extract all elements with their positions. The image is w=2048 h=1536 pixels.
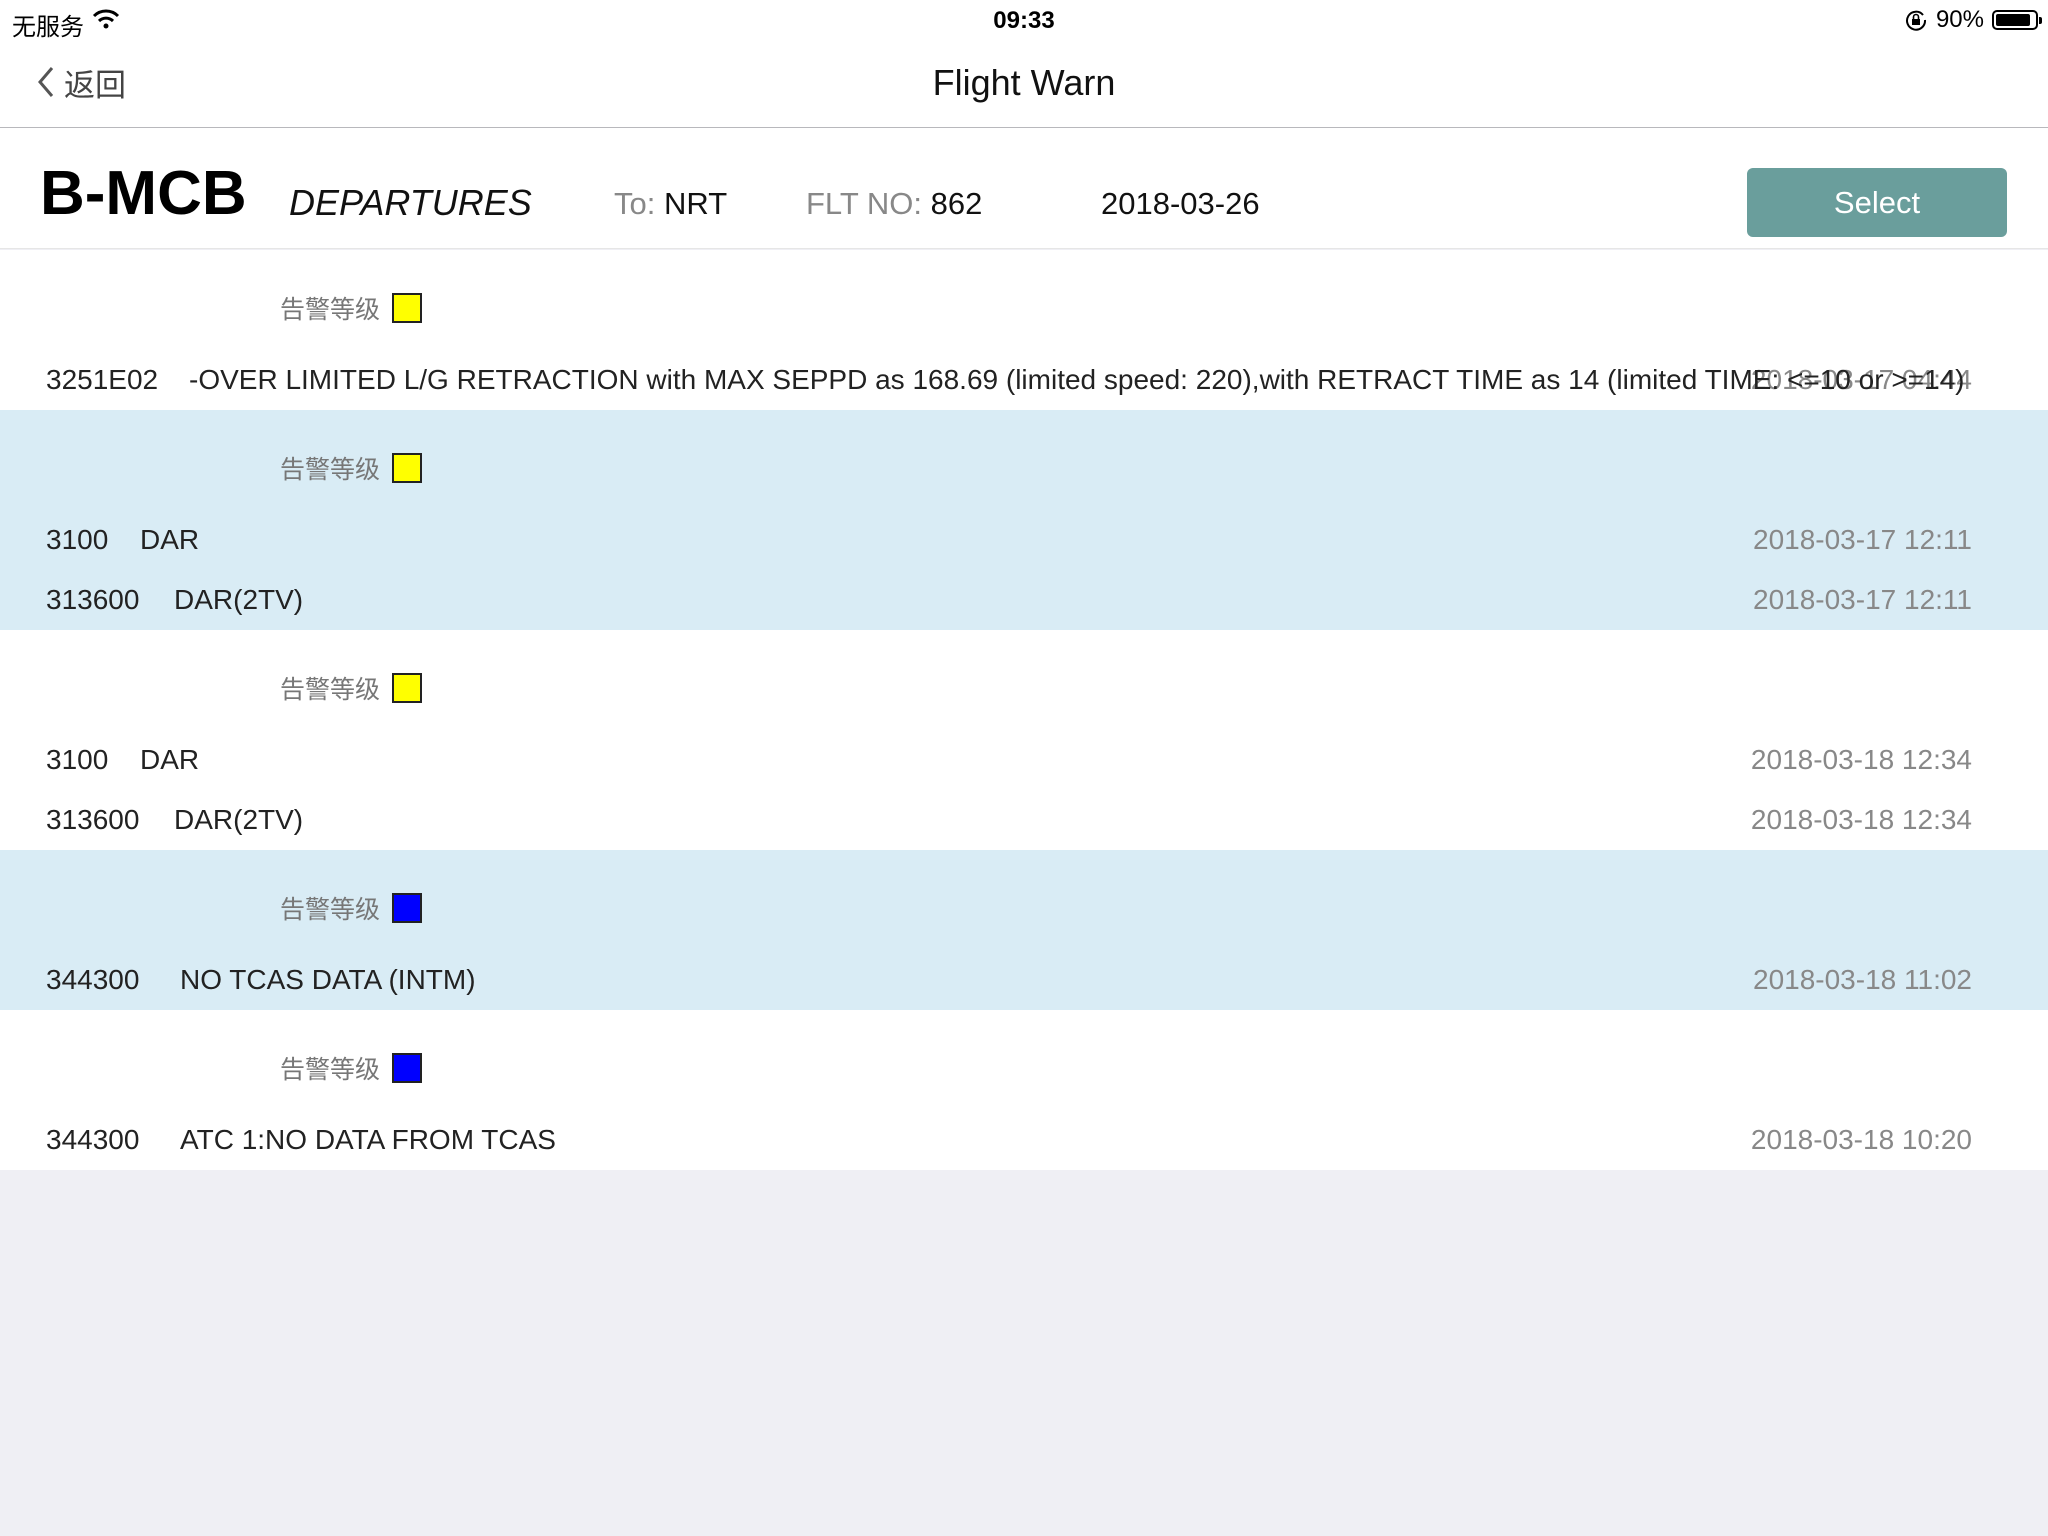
flight-number: FLT NO: 862 [806, 186, 982, 222]
direction-label: DEPARTURES [289, 182, 532, 223]
orientation-lock-icon [1905, 10, 1926, 31]
warning-code: 3100 [46, 744, 109, 775]
status-bar: 无服务 09:33 90% [0, 0, 2048, 41]
warning-row[interactable]: 344300 NO TCAS DATA (INTM) 2018-03-18 11… [0, 960, 2048, 1000]
warning-group: 告警等级 3100 DAR 2018-03-18 12:34 313600 DA… [0, 630, 2048, 850]
warning-time: 2018-03-17 12:11 [1753, 524, 1972, 555]
warning-row[interactable]: 3100 DAR 2018-03-18 12:34 [0, 740, 2048, 780]
navigation-bar: 返回 Flight Warn [0, 40, 2048, 128]
battery-icon [1992, 10, 2042, 30]
level-label: 告警等级 [280, 456, 381, 484]
flt-value: 862 [930, 186, 983, 221]
warning-group: 告警等级 3100 DAR 2018-03-17 12:11 313600 DA… [0, 410, 2048, 630]
warning-description: DAR [140, 744, 200, 775]
warning-row[interactable]: 313600 DAR(2TV) 2018-03-18 12:34 [0, 800, 2048, 840]
warning-time: 2018-03-17 12:11 [1753, 584, 1972, 615]
warning-description: DAR [140, 524, 200, 555]
warning-row[interactable]: 3100 DAR 2018-03-17 12:11 [0, 520, 2048, 560]
warning-code: 313600 [46, 804, 140, 835]
level-color-indicator [392, 673, 423, 703]
warning-level: 告警等级 [280, 452, 423, 484]
warning-level: 告警等级 [280, 892, 423, 924]
warning-description: DAR(2TV) [174, 584, 304, 615]
warning-description: -OVER LIMITED L/G RETRACTION with MAX SE… [189, 364, 1965, 395]
warning-row[interactable]: 3251E02 2018-03-17 04:44 -OVER LIMITED L… [0, 360, 2048, 400]
warning-code: 344300 [46, 1124, 140, 1155]
warning-time: 2018-03-18 10:20 [1750, 1124, 1972, 1155]
level-color-indicator [392, 453, 423, 483]
destination: To: NRT [614, 186, 727, 222]
select-button[interactable]: Select [1747, 168, 2007, 237]
warning-code: 344300 [46, 964, 140, 995]
warning-code: 313600 [46, 584, 140, 615]
warning-description: DAR(2TV) [174, 804, 304, 835]
clock: 09:33 [993, 7, 1055, 34]
flight-info-bar: B-MCB DEPARTURES To: NRT FLT NO: 862 201… [0, 128, 2048, 249]
warning-level: 告警等级 [280, 672, 423, 704]
flight-date: 2018-03-26 [1101, 186, 1260, 221]
warning-code: 3251E02 [46, 364, 159, 395]
level-color-indicator [392, 893, 423, 923]
warning-level: 告警等级 [280, 292, 423, 324]
warning-time: 2018-03-18 12:34 [1750, 804, 1972, 835]
warning-row[interactable]: 313600 DAR(2TV) 2018-03-17 12:11 [0, 580, 2048, 620]
flt-label: FLT NO: [806, 186, 922, 221]
warning-level: 告警等级 [280, 1052, 423, 1084]
level-color-indicator [392, 293, 423, 323]
level-label: 告警等级 [280, 1056, 381, 1084]
level-label: 告警等级 [280, 296, 381, 324]
page-title: Flight Warn [932, 62, 1116, 103]
warning-time: 2018-03-18 11:02 [1753, 964, 1972, 995]
battery-percent: 90% [1935, 6, 1984, 33]
aircraft-registration: B-MCB [40, 159, 247, 228]
level-label: 告警等级 [280, 896, 381, 924]
warning-time: 2018-03-18 12:34 [1750, 744, 1972, 775]
level-color-indicator [392, 1053, 423, 1083]
warning-row[interactable]: 344300 ATC 1:NO DATA FROM TCAS 2018-03-1… [0, 1120, 2048, 1160]
to-label: To: [614, 186, 656, 221]
warning-group: 告警等级 344300 ATC 1:NO DATA FROM TCAS 2018… [0, 1010, 2048, 1170]
warning-description: NO TCAS DATA (INTM) [180, 964, 476, 995]
to-value: NRT [663, 186, 728, 221]
level-label: 告警等级 [280, 676, 381, 704]
warning-code: 3100 [46, 524, 109, 555]
warning-description: ATC 1:NO DATA FROM TCAS [180, 1124, 556, 1155]
warning-group: 告警等级 344300 NO TCAS DATA (INTM) 2018-03-… [0, 850, 2048, 1010]
warning-group: 告警等级 3251E02 2018-03-17 04:44 -OVER LIMI… [0, 250, 2048, 410]
